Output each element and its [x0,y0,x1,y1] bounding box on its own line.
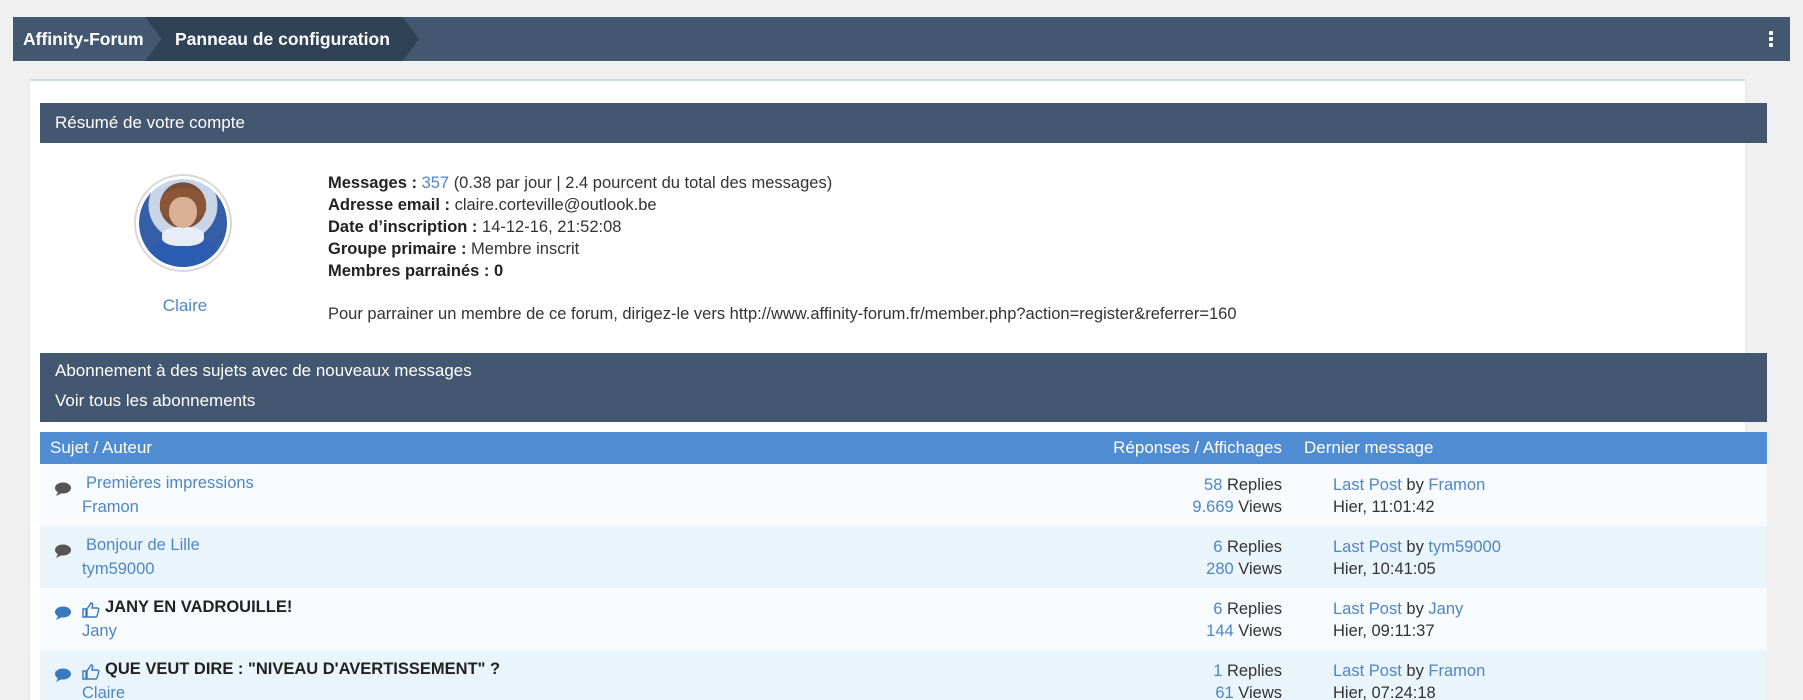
topic-title-link[interactable]: Bonjour de Lille [86,536,200,555]
last-post-author-link[interactable]: tym59000 [1428,538,1500,556]
comment-icon [54,544,72,563]
referral-text: Pour parrainer un membre de ce forum, di… [328,305,1237,323]
topic-title-link[interactable]: JANY EN VADROUILLE! [105,598,292,617]
signup-label: Date d’inscription : [328,218,478,236]
column-stats: Réponses / Affichages [1113,438,1282,457]
by-label: by [1406,538,1424,556]
views-label: Views [1238,560,1282,578]
topic-author-link[interactable]: Jany [82,622,117,641]
table-row: Bonjour de Lille tym59000 6 Replies 280 … [40,526,1767,588]
views-count: 61 [1215,684,1234,700]
views-label: Views [1238,622,1282,640]
last-post-time: Hier, 10:41:05 [1333,560,1436,578]
replies-count-link[interactable]: 6 [1213,538,1222,556]
messages-count-link[interactable]: 357 [422,174,450,192]
by-label: by [1406,476,1424,494]
messages-detail: (0.38 par jour | 2.4 pourcent du total d… [453,174,833,192]
last-post-time: Hier, 07:24:18 [1333,684,1436,700]
by-label: by [1406,662,1424,680]
referred-members: Membres parrainés : 0 [328,262,504,280]
more-menu-icon[interactable] [1766,27,1776,51]
email-value: claire.corteville@outlook.be [454,196,657,214]
table-row: QUE VEUT DIRE : "NIVEAU D'AVERTISSEMENT"… [40,650,1767,700]
thumbs-up-icon [82,602,100,623]
topic-stats: 58 Replies 9.669 Views [1192,474,1282,518]
replies-label: Replies [1226,662,1282,680]
signup-value: 14-12-16, 21:52:08 [482,218,622,236]
topic-title-link[interactable]: QUE VEUT DIRE : "NIVEAU D'AVERTISSEMENT"… [105,660,500,679]
replies-count-link[interactable]: 6 [1213,600,1222,618]
last-post: Last Post by Framon Hier, 11:01:42 [1333,474,1485,518]
views-label: Views [1238,498,1282,516]
subscriptions-header: Abonnement à des sujets avec de nouveaux… [40,353,1767,422]
avatar[interactable] [134,174,232,272]
views-count: 9.669 [1192,498,1234,516]
last-post-time: Hier, 11:01:42 [1333,498,1435,516]
last-post: Last Post by Jany Hier, 09:11:37 [1333,598,1463,642]
messages-label: Messages : [328,174,417,192]
email-label: Adresse email : [328,196,450,214]
replies-label: Replies [1226,538,1282,556]
thumbs-up-icon [82,664,100,685]
subscriptions-title[interactable]: Abonnement à des sujets avec de nouveaux… [55,361,472,381]
by-label: by [1406,600,1424,618]
topic-author-link[interactable]: tym59000 [82,560,154,579]
comment-icon [54,606,72,625]
account-summary-header: Résumé de votre compte [40,103,1767,143]
last-post-link[interactable]: Last Post [1333,538,1402,556]
table-row: JANY EN VADROUILLE! Jany 6 Replies 144 V… [40,588,1767,650]
comment-icon [54,482,72,501]
table-row: Premières impressions Framon 58 Replies … [40,464,1767,526]
replies-label: Replies [1226,476,1282,494]
last-post-author-link[interactable]: Framon [1428,662,1485,680]
topic-author-link[interactable]: Framon [82,498,139,517]
breadcrumb-bar: Affinity-Forum Panneau de configuration [13,17,1790,61]
last-post-link[interactable]: Last Post [1333,600,1402,618]
table-header: Sujet / Auteur Réponses / Affichages Der… [40,432,1767,464]
username-link[interactable]: Claire [134,296,236,316]
column-last: Dernier message [1304,438,1434,457]
column-subject: Sujet / Auteur [50,438,153,457]
last-post-author-link[interactable]: Jany [1428,600,1463,618]
topic-author-link[interactable]: Claire [82,684,125,700]
replies-label: Replies [1226,600,1282,618]
view-all-subscriptions-link[interactable]: Voir tous les abonnements [55,391,255,411]
last-post-author-link[interactable]: Framon [1428,476,1485,494]
topic-stats: 1 Replies 61 Views [1213,660,1282,700]
last-post: Last Post by Framon Hier, 07:24:18 [1333,660,1485,700]
replies-count-link[interactable]: 58 [1204,476,1222,494]
last-post-link[interactable]: Last Post [1333,662,1402,680]
breadcrumb-home[interactable]: Affinity-Forum [23,17,144,61]
group-value: Membre inscrit [471,240,580,258]
replies-count-link[interactable]: 1 [1213,662,1222,680]
last-post-link[interactable]: Last Post [1333,476,1402,494]
last-post: Last Post by tym59000 Hier, 10:41:05 [1333,536,1501,580]
topic-title-link[interactable]: Premières impressions [86,474,254,493]
views-label: Views [1238,684,1282,700]
views-count: 144 [1206,622,1234,640]
comment-icon [54,668,72,687]
account-info: Messages : 357 (0.38 par jour | 2.4 pour… [328,172,832,282]
views-count: 280 [1206,560,1234,578]
topic-stats: 6 Replies 280 Views [1206,536,1282,580]
breadcrumb-current[interactable]: Panneau de configuration [145,17,419,61]
group-label: Groupe primaire : [328,240,467,258]
topic-stats: 6 Replies 144 Views [1206,598,1282,642]
last-post-time: Hier, 09:11:37 [1333,622,1435,640]
